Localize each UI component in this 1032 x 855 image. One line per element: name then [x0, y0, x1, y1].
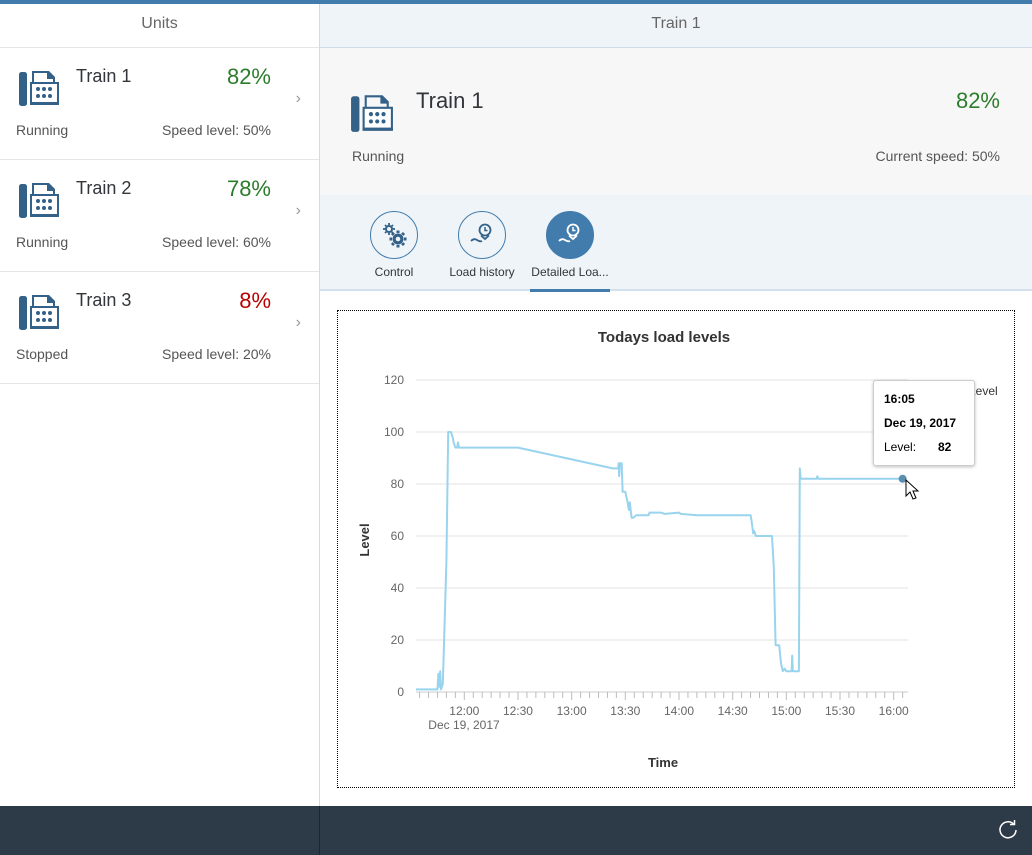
tooltip-time: 16:05 [884, 392, 915, 406]
master-pane: Units Train 1 82% Running Speed level: 5… [0, 4, 320, 855]
x-tick-label: 12:30 [503, 704, 533, 718]
tooltip-value: 82 [938, 440, 952, 454]
y-tick-label: 60 [391, 529, 405, 543]
chevron-right-icon: › [295, 314, 301, 331]
object-title: Train 1 [416, 88, 484, 113]
unit-title: Train 1 [76, 66, 132, 86]
fax-machine-icon [351, 95, 393, 132]
chevron-right-icon: › [295, 90, 301, 107]
object-status: Running [352, 148, 405, 164]
tab-label: Control [374, 265, 414, 279]
object-header: Train 1 82% Running Current speed: 50% [320, 48, 1032, 195]
y-tick-label: 0 [397, 685, 404, 699]
tab-detailed-load[interactable]: Detailed Loa... [530, 211, 610, 292]
detail-title: Train 1 [320, 4, 1032, 48]
y-tick-label: 20 [391, 633, 405, 647]
x-axis-date-label: Dec 19, 2017 [428, 718, 500, 732]
unit-list-item[interactable]: Train 1 82% Running Speed level: 50% › [0, 48, 319, 160]
x-tick-label: 14:30 [718, 704, 748, 718]
fax-machine-icon [19, 71, 59, 106]
x-tick-label: 12:00 [449, 704, 479, 718]
chevron-right-icon: › [295, 202, 301, 219]
tab-control[interactable]: Control [354, 211, 434, 279]
unit-status: Running [16, 234, 69, 250]
y-axis-label: Level [357, 523, 372, 556]
fax-machine-icon [19, 183, 59, 218]
tooltip-date: Dec 19, 2017 [884, 416, 957, 430]
object-number: 82% [955, 88, 1000, 113]
unit-load-number: 82% [226, 64, 271, 89]
x-tick-label: 13:00 [557, 704, 587, 718]
unit-speed-level: Speed level: 60% [162, 234, 271, 250]
tooltip-label: Level: [884, 440, 917, 454]
unit-speed-level: Speed level: 20% [162, 346, 271, 362]
master-footer [0, 806, 320, 855]
units-list: Train 1 82% Running Speed level: 50% › T… [0, 48, 319, 384]
fax-machine-icon [19, 295, 59, 330]
gears-icon [383, 223, 407, 248]
x-tick-label: 15:30 [825, 704, 855, 718]
object-attribute: Current speed: 50% [875, 148, 1000, 164]
unit-status: Stopped [16, 346, 69, 362]
y-tick-label: 40 [391, 581, 405, 595]
chart-tooltip: 16:05 Dec 19, 2017 Level: 82 [873, 380, 975, 466]
tab-load-history[interactable]: Load history [442, 211, 522, 279]
y-tick-label: 100 [384, 425, 404, 439]
detail-footer [320, 806, 1032, 855]
x-tick-label: 14:00 [664, 704, 694, 718]
x-tick-label: 15:00 [771, 704, 801, 718]
icon-tab-bar: Control Load history Detailed Loa... [320, 195, 1032, 292]
refresh-icon[interactable] [996, 818, 1020, 842]
unit-speed-level: Speed level: 50% [162, 122, 271, 138]
x-axis-label: Time [648, 755, 678, 770]
series-line-level[interactable] [416, 431, 903, 691]
unit-title: Train 3 [76, 290, 132, 310]
unit-title: Train 2 [76, 178, 132, 198]
x-tick-label: 13:30 [610, 704, 640, 718]
unit-load-number: 8% [239, 288, 271, 313]
mouse-cursor-icon [905, 478, 920, 500]
unit-list-item[interactable]: Train 2 78% Running Speed level: 60% › [0, 160, 319, 272]
y-tick-label: 120 [384, 373, 404, 387]
y-tick-label: 80 [391, 477, 405, 491]
x-tick-label: 16:00 [879, 704, 909, 718]
master-title: Units [0, 4, 319, 48]
detail-pane: Train 1 Train 1 82% Running Current spee… [320, 4, 1032, 855]
highlighted-point[interactable] [898, 474, 907, 483]
unit-load-number: 78% [226, 176, 271, 201]
tab-label: Load history [449, 265, 515, 279]
tab-label: Detailed Loa... [531, 265, 609, 279]
load-history-icon [470, 223, 492, 243]
chart-title: Todays load levels [598, 329, 730, 346]
unit-status: Running [16, 122, 69, 138]
detailed-load-icon [558, 223, 580, 243]
unit-list-item[interactable]: Train 3 8% Stopped Speed level: 20% › [0, 272, 319, 384]
load-levels-chart: Todays load levels 0 20 40 60 80 100 120 12:00… [337, 310, 1015, 788]
